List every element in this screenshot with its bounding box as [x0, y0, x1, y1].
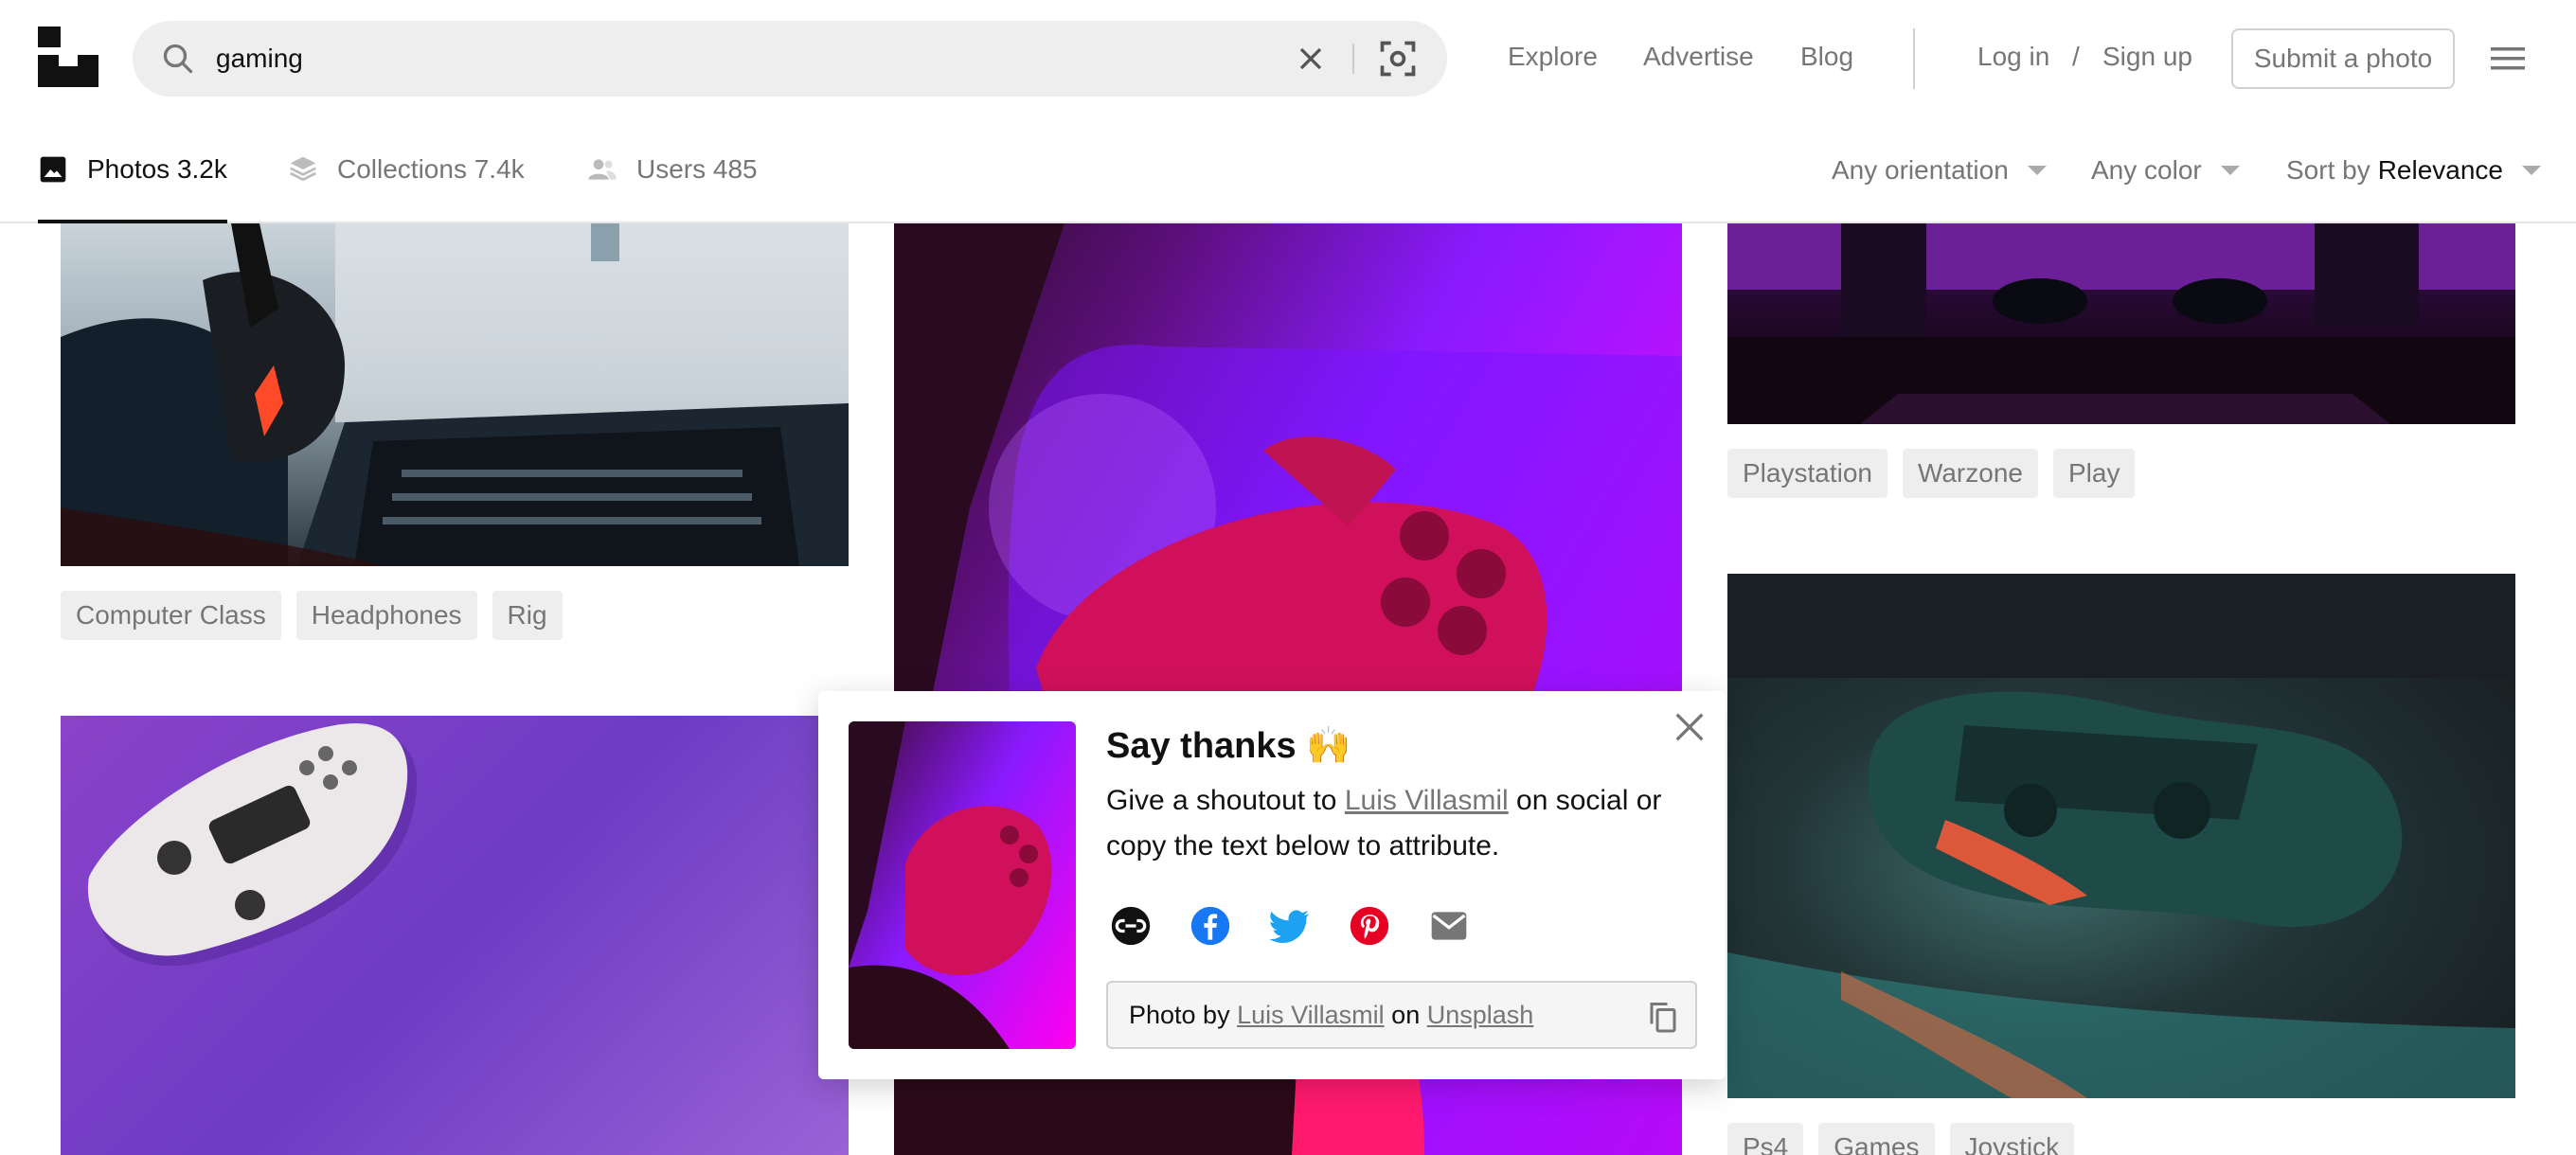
tag-chip[interactable]: Games — [1818, 1123, 1935, 1155]
search-input[interactable] — [216, 21, 1305, 97]
search-tabs-bar: Photos 3.2k Collections 7.4k Users 485 A… — [0, 117, 2576, 223]
clear-search-icon[interactable] — [1292, 40, 1330, 78]
tag-chip[interactable]: Computer Class — [61, 591, 281, 640]
top-header: Explore Advertise Blog Log in / Sign up … — [0, 0, 2576, 117]
chevron-down-icon — [2027, 166, 2047, 175]
unsplash-logo-icon[interactable] — [38, 27, 98, 87]
photo-icon — [40, 156, 66, 183]
attribution-box[interactable]: Photo by Luis Villasmil on Unsplash — [1106, 981, 1697, 1049]
close-icon[interactable] — [1671, 708, 1708, 746]
photo-purple-controllers-image — [1727, 223, 2515, 424]
facebook-icon[interactable] — [1190, 905, 1231, 947]
photo-white-controller[interactable] — [61, 716, 849, 1155]
sort-value: Relevance — [2377, 155, 2504, 185]
tab-collections[interactable]: Collections 7.4k — [288, 117, 525, 222]
photo1-tags: Computer Class Headphones Rig — [61, 591, 563, 640]
auth-separator: / — [2072, 42, 2080, 71]
photo3-tags: Playstation Warzone Play — [1727, 449, 2136, 498]
active-tab-indicator — [38, 220, 227, 223]
copy-link-icon[interactable] — [1110, 905, 1152, 947]
sort-filter[interactable]: Sort by Relevance — [2286, 155, 2542, 186]
photo-ps4-controller[interactable] — [1727, 574, 2515, 1098]
tab-photos[interactable]: Photos 3.2k — [38, 117, 227, 223]
tag-chip[interactable]: Warzone — [1902, 449, 2038, 498]
tab-photos-label: Photos — [87, 154, 170, 184]
nav-advertise-link[interactable]: Advertise — [1643, 42, 1754, 72]
signup-link[interactable]: Sign up — [2102, 42, 2192, 72]
tag-chip[interactable]: Ps4 — [1727, 1123, 1804, 1155]
nav-explore-link[interactable]: Explore — [1508, 42, 1598, 72]
photo-white-controller-image — [87, 723, 418, 967]
nav-blog-link[interactable]: Blog — [1800, 42, 1853, 72]
color-filter-label: Any color — [2091, 155, 2202, 185]
submit-photo-button[interactable]: Submit a photo — [2231, 28, 2455, 89]
photo5-tags: Ps4 Games Joystick — [1727, 1123, 2075, 1155]
twitter-icon[interactable] — [1269, 905, 1311, 947]
popup-message: Give a shoutout to Luis Villasmil on soc… — [1106, 778, 1674, 869]
tag-chip[interactable]: Headphones — [295, 591, 477, 640]
tab-users-count: 485 — [712, 154, 758, 184]
say-thanks-popup: Say thanks 🙌 Give a shoutout to Luis Vil… — [818, 691, 1726, 1079]
orientation-filter-label: Any orientation — [1832, 155, 2009, 185]
tag-chip[interactable]: Play — [2052, 449, 2136, 498]
search-divider — [1352, 44, 1354, 74]
users-icon — [588, 159, 617, 180]
attr-mid: on — [1391, 1000, 1421, 1029]
tab-users-label: Users — [636, 154, 707, 184]
pinterest-icon[interactable] — [1349, 905, 1390, 947]
attr-site-link[interactable]: Unsplash — [1427, 1001, 1534, 1030]
attr-author-link[interactable]: Luis Villasmil — [1237, 1001, 1385, 1030]
popup-title: Say thanks 🙌 — [1106, 726, 1351, 766]
collections-icon — [290, 156, 316, 182]
email-icon[interactable] — [1428, 905, 1470, 947]
chevron-down-icon — [2522, 166, 2542, 175]
color-filter[interactable]: Any color — [2091, 155, 2240, 186]
orientation-filter[interactable]: Any orientation — [1832, 155, 2047, 186]
photo-headset-gamer[interactable] — [61, 223, 849, 566]
tag-chip[interactable]: Rig — [492, 591, 563, 640]
photo-headset-gamer-image — [61, 223, 849, 566]
attr-prefix: Photo by — [1129, 1000, 1230, 1029]
hamburger-menu-icon[interactable] — [2491, 44, 2525, 74]
photo-ps4-controller-image — [1727, 574, 2515, 1098]
copy-icon[interactable] — [1646, 998, 1680, 1036]
tab-collections-label: Collections — [337, 154, 467, 184]
search-icon[interactable] — [161, 42, 195, 76]
visual-search-icon[interactable] — [1377, 38, 1419, 80]
nav-divider — [1913, 28, 1915, 89]
sort-prefix: Sort by — [2286, 155, 2370, 185]
popup-text-before: Give a shoutout to — [1106, 785, 1345, 816]
login-link[interactable]: Log in — [1977, 42, 2049, 72]
popup-thumbnail-image — [849, 721, 1052, 1049]
photo-purple-controllers[interactable] — [1727, 223, 2515, 424]
tag-chip[interactable]: Playstation — [1727, 449, 1887, 498]
tab-users[interactable]: Users 485 — [587, 117, 758, 222]
search-bar — [133, 21, 1447, 97]
tab-collections-count: 7.4k — [474, 154, 525, 184]
author-link[interactable]: Luis Villasmil — [1345, 785, 1509, 816]
tab-photos-count: 3.2k — [176, 154, 227, 184]
tag-chip[interactable]: Joystick — [1949, 1123, 2075, 1155]
popup-photo-thumbnail — [849, 721, 1076, 1049]
chevron-down-icon — [2220, 166, 2240, 175]
